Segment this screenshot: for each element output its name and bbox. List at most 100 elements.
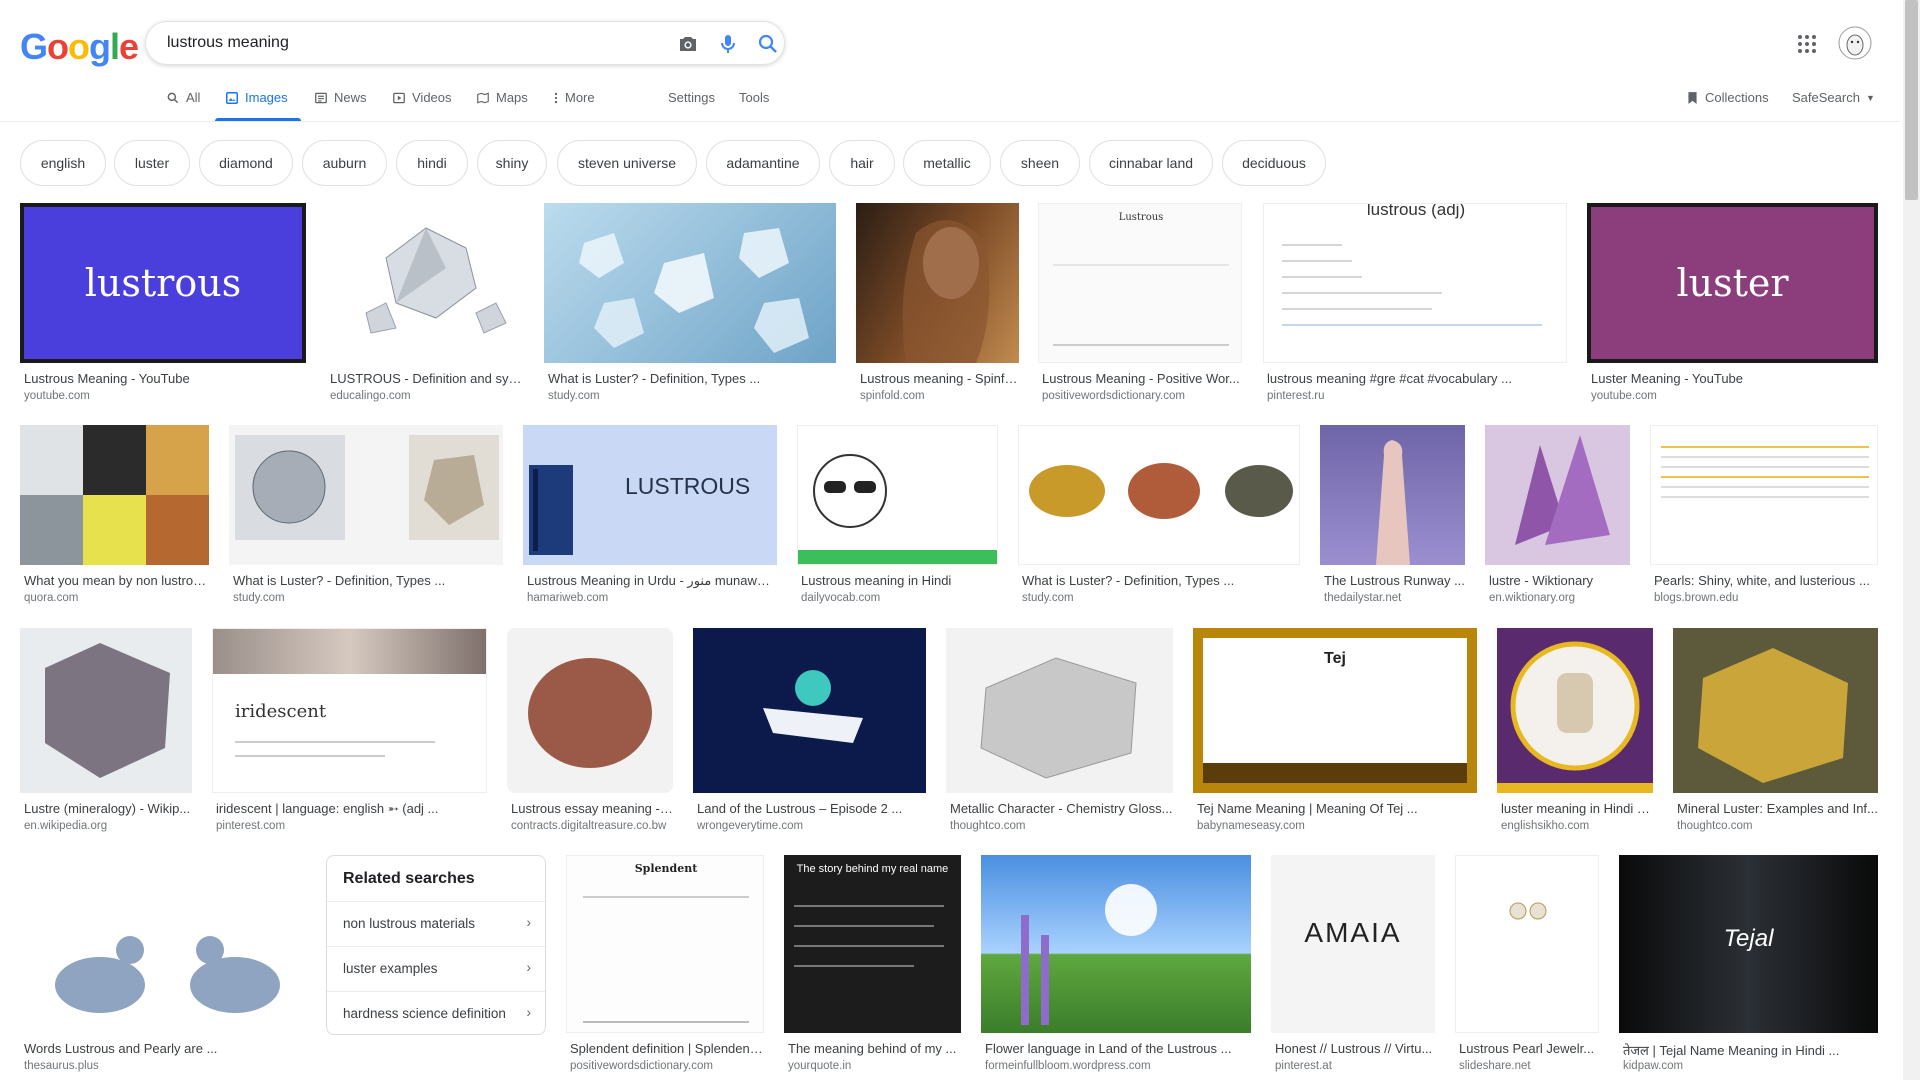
chip[interactable]: hindi [396,140,468,186]
result-title[interactable]: Mineral Luster: Examples and Inf... [1677,801,1878,816]
tab-all[interactable]: All [166,90,200,105]
result-source[interactable]: thoughtco.com [1677,820,1878,832]
result-thumbnail[interactable] [946,628,1173,793]
chip[interactable]: cinnabar land [1089,140,1213,186]
result-thumbnail[interactable] [229,425,503,565]
collections-link[interactable]: Collections [1686,90,1769,105]
chip[interactable]: shiny [477,140,547,186]
result-title[interactable]: What is Luster? - Definition, Types ... [548,371,836,386]
result-title[interactable]: The meaning behind of my ... [788,1041,961,1056]
image-result[interactable]: Tejal तेजल | Tejal Name Meaning in Hindi… [1619,855,1878,1075]
image-result[interactable]: Lustrous Lustrous Meaning - Positive Wor… [1038,203,1242,403]
result-title[interactable]: Pearls: Shiny, white, and lusterious ... [1654,573,1878,588]
result-title[interactable]: What you mean by non lustrou... [24,573,209,588]
result-source[interactable]: quora.com [24,592,209,604]
result-thumbnail[interactable]: Tej [1193,628,1477,793]
result-title[interactable]: Lustrous Meaning in Urdu - منور munawar … [527,573,777,589]
result-thumbnail[interactable] [1485,425,1630,565]
microphone-icon[interactable] [716,32,740,56]
image-result[interactable]: lustrous (adj) lustrous meaning #gre #ca… [1263,203,1567,403]
tab-more[interactable]: More [553,90,595,105]
image-result[interactable]: Splendent Splendent definition | Splende… [566,855,764,1075]
result-title[interactable]: What is Luster? - Definition, Types ... [1022,573,1300,588]
tab-videos[interactable]: Videos [392,90,452,105]
result-thumbnail[interactable] [1673,628,1878,793]
result-source[interactable]: wrongeverytime.com [697,820,926,832]
image-result[interactable]: Lustrous Pearl Jewelr... slideshare.net [1455,855,1599,1075]
result-source[interactable]: en.wiktionary.org [1489,592,1630,604]
result-thumbnail[interactable]: luster [1587,203,1878,363]
result-thumbnail[interactable]: Splendent [566,855,764,1033]
result-source[interactable]: educalingo.com [330,390,524,402]
image-result[interactable]: What is Luster? - Definition, Types ... … [544,203,836,403]
chip[interactable]: diamond [199,140,293,186]
chip[interactable]: adamantine [706,140,820,186]
image-result[interactable]: What you mean by non lustrou... quora.co… [20,425,209,610]
result-source[interactable]: study.com [233,592,503,604]
page-scrollbar[interactable] [1903,0,1920,1080]
image-result[interactable]: Metallic Character - Chemistry Gloss... … [946,628,1173,838]
result-source[interactable]: youtube.com [1591,390,1878,402]
image-result[interactable]: Lustrous meaning - Spinfold spinfold.com [856,203,1019,403]
result-title[interactable]: Flower language in Land of the Lustrous … [985,1041,1251,1056]
result-thumbnail[interactable] [20,855,306,1033]
image-result[interactable]: Lustrous essay meaning - ... contracts.d… [507,628,673,838]
chip[interactable]: deciduous [1222,140,1326,186]
result-thumbnail[interactable] [20,628,192,793]
search-icon[interactable] [756,32,780,56]
image-result[interactable]: Flower language in Land of the Lustrous … [981,855,1251,1075]
result-source[interactable]: positivewordsdictionary.com [1042,390,1242,402]
result-source[interactable]: en.wikipedia.org [24,820,192,832]
result-thumbnail[interactable] [856,203,1019,363]
result-source[interactable]: blogs.brown.edu [1654,592,1878,604]
result-thumbnail[interactable] [1455,855,1599,1033]
result-thumbnail[interactable] [1320,425,1465,565]
search-box[interactable]: lustrous meaning [145,21,785,65]
result-title[interactable]: The Lustrous Runway ... [1324,573,1465,588]
image-result[interactable]: LUSTROUS - Definition and syn... educali… [326,203,524,403]
chip[interactable]: metallic [903,140,991,186]
tab-maps[interactable]: Maps [476,90,528,105]
result-source[interactable]: thesaurus.plus [24,1060,306,1072]
result-source[interactable]: study.com [1022,592,1300,604]
result-thumbnail[interactable] [326,203,524,363]
result-thumbnail[interactable]: The story behind my real name [784,855,961,1033]
tools-link[interactable]: Tools [739,90,769,105]
related-item[interactable]: hardness science definition › [327,991,545,1036]
result-title[interactable]: Honest // Lustrous // Virtu... [1275,1041,1435,1056]
image-result[interactable]: What is Luster? - Definition, Types ... … [229,425,503,610]
camera-icon[interactable] [676,32,700,56]
result-thumbnail[interactable]: lustrous [20,203,306,363]
result-source[interactable]: pinterest.at [1275,1060,1435,1072]
chip[interactable]: hair [829,140,895,186]
result-source[interactable]: hamariweb.com [527,592,777,604]
result-title[interactable]: Lustrous Meaning - YouTube [24,371,306,386]
image-result[interactable]: Mineral Luster: Examples and Inf... thou… [1673,628,1878,838]
result-title[interactable]: What is Luster? - Definition, Types ... [233,573,503,588]
related-item[interactable]: non lustrous materials › [327,901,545,946]
image-result[interactable]: The Lustrous Runway ... thedailystar.net [1320,425,1465,610]
result-thumbnail[interactable] [981,855,1251,1033]
image-result[interactable]: lustrous Lustrous Meaning - YouTube yout… [20,203,306,403]
result-title[interactable]: Lustrous essay meaning - ... [511,801,673,816]
image-result[interactable]: Tej Tej Name Meaning | Meaning Of Tej ..… [1193,628,1477,838]
result-title[interactable]: luster meaning in Hindi - ... [1501,801,1653,816]
result-source[interactable]: slideshare.net [1459,1060,1599,1072]
result-thumbnail[interactable] [1018,425,1300,565]
result-source[interactable]: pinterest.com [216,820,487,832]
image-result[interactable]: The story behind my real name The meanin… [784,855,961,1075]
result-title[interactable]: Tej Name Meaning | Meaning Of Tej ... [1197,801,1477,816]
tab-images[interactable]: Images [225,90,288,105]
result-source[interactable]: thedailystar.net [1324,592,1465,604]
result-title[interactable]: Lustrous Meaning - Positive Wor... [1042,371,1242,386]
result-thumbnail[interactable]: Tejal [1619,855,1878,1033]
image-result[interactable]: iridescent iridescent | language: englis… [212,628,487,838]
tab-news[interactable]: News [314,90,367,105]
result-title[interactable]: LUSTROUS - Definition and syn... [330,371,524,386]
chip[interactable]: luster [114,140,190,186]
result-title[interactable]: Lustrous meaning in Hindi [801,573,998,588]
chip[interactable]: auburn [302,140,387,186]
account-avatar[interactable] [1838,26,1872,65]
result-title[interactable]: Splendent definition | Splendent... [570,1041,764,1056]
chip[interactable]: english [20,140,106,186]
